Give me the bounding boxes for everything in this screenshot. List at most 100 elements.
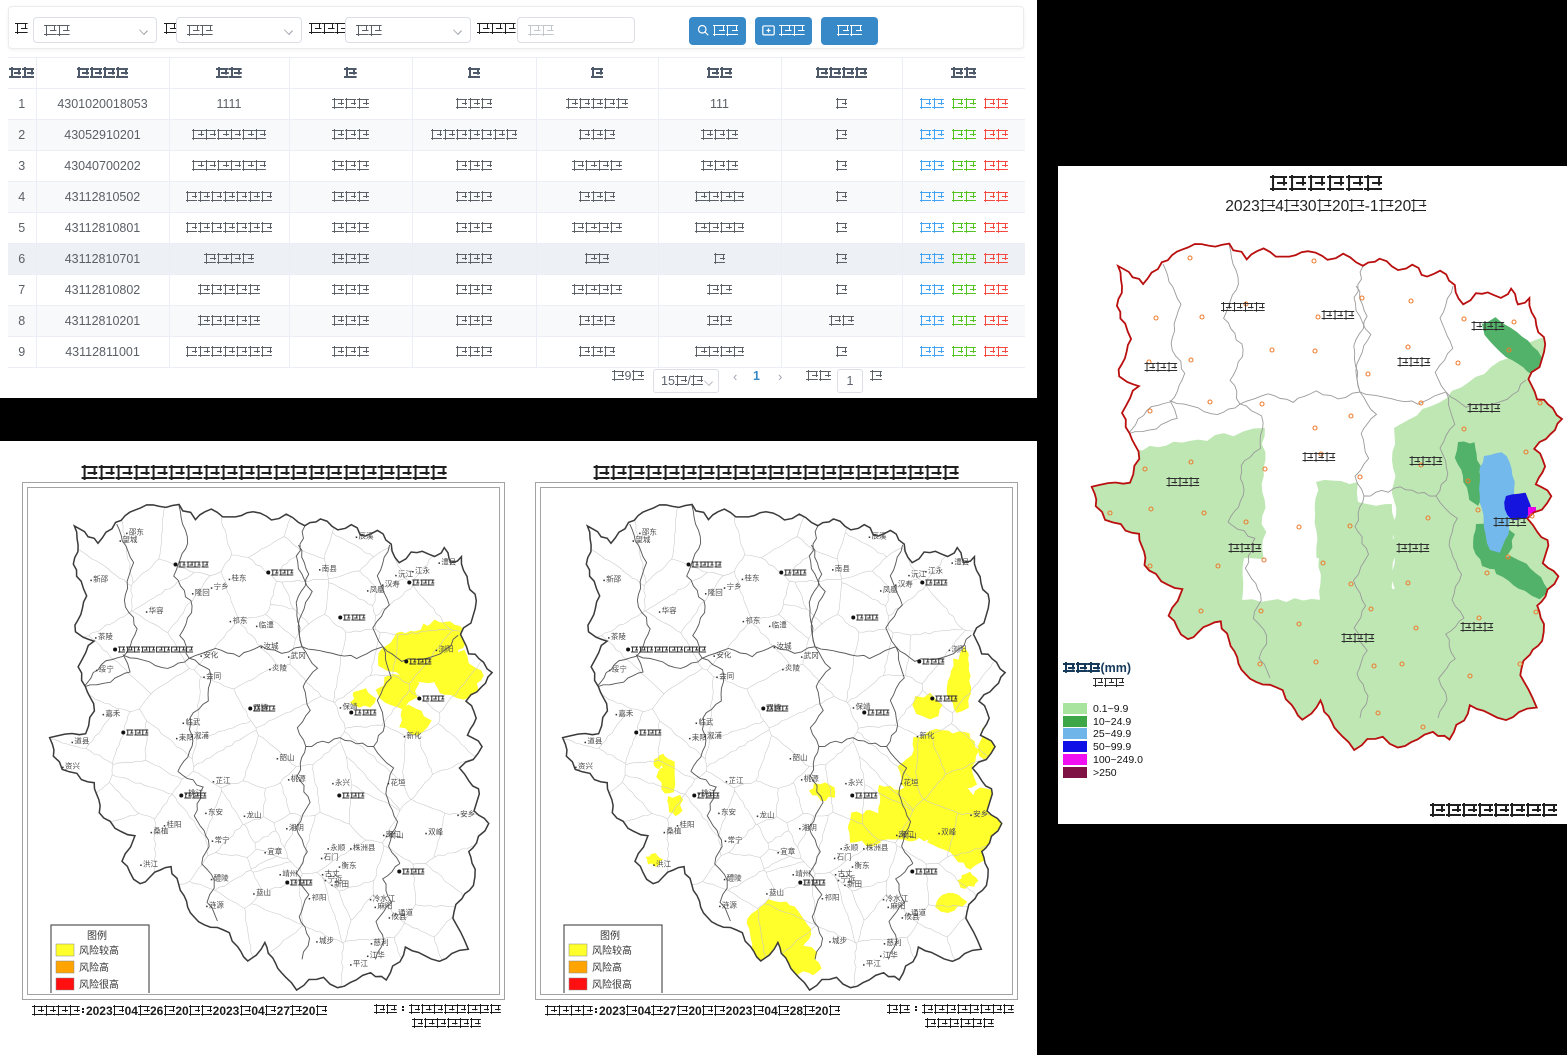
svg-text:新化: 新化 xyxy=(406,730,421,740)
svg-text:桂阳: 桂阳 xyxy=(680,819,695,829)
svg-text:平江: 平江 xyxy=(866,959,881,968)
svg-text:芷江: 芷江 xyxy=(728,775,743,785)
svg-text:龙山: 龙山 xyxy=(760,809,775,819)
svg-text:风险较高: 风险较高 xyxy=(79,944,119,957)
svg-text:炎陵: 炎陵 xyxy=(272,664,287,673)
svg-text:涟源: 涟源 xyxy=(209,899,224,909)
svg-text:靖州: 靖州 xyxy=(795,868,810,878)
svg-text:资兴: 资兴 xyxy=(578,760,593,770)
svg-text:慈利: 慈利 xyxy=(374,937,389,947)
svg-text:醴陵: 醴陵 xyxy=(727,873,742,883)
svg-text:炎陵: 炎陵 xyxy=(785,664,800,673)
svg-text:古丈: 古丈 xyxy=(325,868,340,878)
svg-text:茶陵: 茶陵 xyxy=(611,631,626,641)
svg-text:凤凰: 凤凰 xyxy=(883,585,898,594)
svg-text:溆浦: 溆浦 xyxy=(707,730,722,740)
svg-text:临武: 临武 xyxy=(698,716,713,726)
svg-text:风险很高: 风险很高 xyxy=(79,978,119,991)
svg-text:湘阴: 湘阴 xyxy=(802,823,817,832)
svg-text:慈利: 慈利 xyxy=(887,937,902,947)
svg-text:衡东: 衡东 xyxy=(342,860,357,870)
svg-text:风险很高: 风险很高 xyxy=(592,978,632,991)
svg-text:嘉禾: 嘉禾 xyxy=(618,708,633,718)
svg-text:常宁: 常宁 xyxy=(728,834,743,844)
svg-text:永顺: 永顺 xyxy=(330,842,345,852)
svg-text:风险高: 风险高 xyxy=(592,961,622,974)
svg-text:华容: 华容 xyxy=(662,605,677,615)
svg-text:桃源: 桃源 xyxy=(291,773,306,783)
svg-text:图例: 图例 xyxy=(600,929,620,942)
svg-text:安仁: 安仁 xyxy=(899,829,914,839)
svg-text:城步: 城步 xyxy=(832,936,847,945)
svg-text:花垣: 花垣 xyxy=(390,777,405,787)
svg-text:茶陵: 茶陵 xyxy=(98,631,113,641)
svg-text:绥宁: 绥宁 xyxy=(612,664,627,674)
svg-text:醴陵: 醴陵 xyxy=(214,873,229,883)
svg-text:常宁: 常宁 xyxy=(215,834,230,844)
svg-text:涟源: 涟源 xyxy=(722,899,737,909)
svg-text:洪江: 洪江 xyxy=(143,858,158,868)
svg-text:祁东: 祁东 xyxy=(745,615,760,625)
svg-text:冷水江: 冷水江 xyxy=(886,893,909,903)
svg-text:安乡: 安乡 xyxy=(973,808,988,818)
svg-text:南县: 南县 xyxy=(835,563,850,573)
svg-text:东安: 东安 xyxy=(208,806,223,816)
svg-text:绥宁: 绥宁 xyxy=(99,664,114,674)
svg-text:宜章: 宜章 xyxy=(267,846,282,856)
svg-text:澧县: 澧县 xyxy=(954,556,969,566)
svg-text:耒阳: 耒阳 xyxy=(179,733,194,742)
svg-text:道县: 道县 xyxy=(74,736,89,746)
svg-text:新田: 新田 xyxy=(334,878,349,888)
svg-text:会同: 会同 xyxy=(719,670,734,680)
svg-text:石门: 石门 xyxy=(837,852,852,862)
svg-text:江永: 江永 xyxy=(415,565,430,575)
svg-text:华容: 华容 xyxy=(149,605,164,615)
svg-text:湘阴: 湘阴 xyxy=(289,823,304,832)
svg-text:冷水江: 冷水江 xyxy=(373,893,396,903)
svg-text:道县: 道县 xyxy=(587,736,602,746)
svg-text:耒阳: 耒阳 xyxy=(692,733,707,742)
svg-text:新化: 新化 xyxy=(919,730,934,740)
svg-text:韶山: 韶山 xyxy=(792,752,807,762)
svg-text:汉寿: 汉寿 xyxy=(385,578,400,588)
svg-text:宁乡: 宁乡 xyxy=(727,581,742,591)
svg-text:蓝山: 蓝山 xyxy=(769,887,784,897)
svg-text:江永: 江永 xyxy=(928,565,943,575)
svg-text:韶山: 韶山 xyxy=(279,752,294,762)
svg-text:古丈: 古丈 xyxy=(838,868,853,878)
svg-text:江华: 江华 xyxy=(370,949,385,959)
svg-text:安化: 安化 xyxy=(203,649,218,659)
svg-text:祁东: 祁东 xyxy=(232,615,247,625)
svg-text:沅江: 沅江 xyxy=(911,570,926,579)
svg-text:邵东: 邵东 xyxy=(642,526,657,536)
svg-text:龙山: 龙山 xyxy=(247,809,262,819)
svg-text:宜章: 宜章 xyxy=(780,846,795,856)
svg-text:隆回: 隆回 xyxy=(195,587,210,597)
svg-text:辰溪: 辰溪 xyxy=(872,530,887,540)
svg-text:凤凰: 凤凰 xyxy=(370,585,385,594)
svg-text:新邵: 新邵 xyxy=(93,573,108,583)
svg-text:新邵: 新邵 xyxy=(606,573,621,583)
svg-text:东安: 东安 xyxy=(721,806,736,816)
svg-text:宁乡: 宁乡 xyxy=(214,581,229,591)
svg-text:图例: 图例 xyxy=(87,929,107,942)
svg-text:资兴: 资兴 xyxy=(65,760,80,770)
svg-text:南县: 南县 xyxy=(322,563,337,573)
svg-text:浏阳: 浏阳 xyxy=(438,643,453,653)
svg-text:永兴: 永兴 xyxy=(335,777,350,787)
svg-text:攸县: 攸县 xyxy=(391,911,406,921)
svg-text:桂东: 桂东 xyxy=(744,573,759,583)
svg-text:辰溪: 辰溪 xyxy=(359,530,374,540)
svg-text:武冈: 武冈 xyxy=(291,650,306,660)
svg-text:汝城: 汝城 xyxy=(776,641,791,651)
svg-text:江华: 江华 xyxy=(883,949,898,959)
svg-text:蓝山: 蓝山 xyxy=(256,887,271,897)
svg-text:双峰: 双峰 xyxy=(941,827,956,837)
svg-text:株洲县: 株洲县 xyxy=(866,842,889,852)
svg-text:临澧: 临澧 xyxy=(772,619,787,629)
svg-text:溆浦: 溆浦 xyxy=(194,730,209,740)
svg-text:靖州: 靖州 xyxy=(282,868,297,878)
svg-text:安仁: 安仁 xyxy=(386,829,401,839)
svg-text:祁阳: 祁阳 xyxy=(311,892,326,902)
svg-text:桃源: 桃源 xyxy=(804,773,819,783)
